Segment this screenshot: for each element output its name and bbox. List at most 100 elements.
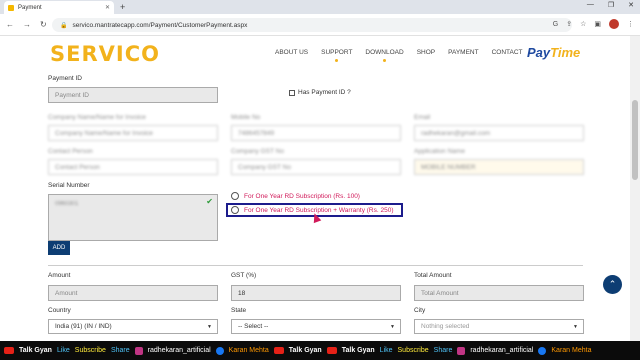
chevron-down-icon: ▼: [207, 323, 212, 330]
servico-logo[interactable]: SERVICO: [50, 42, 160, 66]
blurred-label: Contact Person: [48, 148, 93, 155]
share-icon[interactable]: ⇪: [566, 20, 572, 28]
country-value: India (91) (IN / IND): [55, 323, 112, 330]
check-icon: ✔: [206, 197, 213, 206]
serial-number-label: Serial Number: [48, 182, 90, 189]
blurred-label: Email: [414, 114, 431, 121]
url-text: servico.mantratecapp.com/Payment/Custome…: [72, 21, 248, 29]
window-controls: — ❐ ✕: [587, 1, 634, 9]
menu-contact[interactable]: CONTACT: [492, 49, 523, 56]
star-icon[interactable]: ☆: [580, 20, 586, 28]
paytime-pay: Pay: [527, 45, 551, 60]
page-scrollbar[interactable]: [630, 36, 640, 341]
payment-id-label: Payment ID: [48, 75, 82, 82]
has-payment-id-label: Has Payment ID ?: [298, 89, 351, 96]
total-amount-input[interactable]: Total Amount: [414, 285, 584, 301]
ticker-like: Like: [56, 347, 70, 354]
address-bar-row: ← → ↻ 🔒 servico.mantratecapp.com/Payment…: [0, 14, 640, 36]
city-value: Nothing selected: [421, 323, 470, 330]
email-input[interactable]: radhekaran@gmail.com: [414, 125, 584, 141]
country-select[interactable]: India (91) (IN / IND) ▼: [48, 319, 218, 334]
maximize-button[interactable]: ❐: [608, 1, 614, 9]
menu-support[interactable]: SUPPORT: [321, 49, 352, 62]
facebook-icon: [215, 346, 224, 355]
lock-icon: 🔒: [60, 22, 68, 29]
application-name-input[interactable]: MOBILE NUMBER: [414, 159, 584, 175]
serial-number-textarea[interactable]: 0960301 ✔: [48, 194, 218, 241]
payment-id-input[interactable]: Payment ID: [48, 87, 218, 103]
menu-payment[interactable]: PAYMENT: [448, 49, 478, 56]
gst-label: GST (%): [231, 272, 257, 279]
blurred-label: Mobile No: [231, 114, 261, 121]
paytime-logo[interactable]: PayTime: [527, 45, 580, 60]
instagram-icon: [457, 346, 466, 355]
chevron-down-icon: ▼: [390, 323, 395, 330]
add-button[interactable]: ADD: [48, 241, 70, 255]
promo-ticker: Talk Gyan Like Subscribe Share radhekara…: [0, 341, 640, 360]
tab-close-icon[interactable]: ✕: [105, 4, 110, 11]
ticker-instagram: radhekaran_artificial: [470, 347, 534, 354]
ticker-share: Share: [433, 347, 453, 354]
chevron-down-icon: ▼: [573, 323, 578, 330]
serial-value: 0960301: [55, 201, 79, 207]
extensions-icon[interactable]: ▣: [594, 20, 601, 28]
youtube-icon: [273, 347, 284, 354]
browser-tab[interactable]: Payment ✕: [4, 1, 114, 14]
close-window-button[interactable]: ✕: [628, 1, 634, 9]
contact-person-input[interactable]: Contact Person: [48, 159, 218, 175]
total-amount-label: Total Amount: [414, 272, 452, 279]
menu-download[interactable]: DOWNLOAD: [365, 49, 404, 62]
ticker-subscribe: Subscribe: [74, 347, 106, 354]
city-label: City: [414, 307, 426, 314]
ticker-share: Share: [110, 347, 130, 354]
menu-shop[interactable]: SHOP: [417, 49, 435, 56]
ticker-facebook: Karan Mehta: [228, 347, 269, 354]
has-payment-id-checkbox[interactable]: Has Payment ID ?: [289, 89, 351, 96]
site-header: SERVICO ABOUT US SUPPORT DOWNLOAD SHOP P…: [0, 36, 630, 72]
kebab-menu-icon[interactable]: ⋮: [627, 20, 634, 28]
new-tab-button[interactable]: +: [120, 2, 125, 12]
radio-option-rd-subscription[interactable]: For One Year RD Subscription (Rs. 100): [231, 192, 360, 200]
mobile-input[interactable]: 7486457849: [231, 125, 401, 141]
blurred-label: Application Name: [414, 148, 465, 155]
state-select[interactable]: -- Select -- ▼: [231, 319, 401, 334]
state-value: -- Select --: [238, 323, 269, 330]
ticker-facebook: Karan Mehta: [551, 347, 592, 354]
reload-icon[interactable]: ↻: [40, 20, 47, 29]
minimize-button[interactable]: —: [587, 1, 594, 9]
instagram-icon: [134, 346, 143, 355]
ticker-text: Talk Gyan: [288, 347, 322, 354]
forward-icon[interactable]: →: [23, 20, 31, 29]
company-name-input[interactable]: Company Name/Name for Invoice: [48, 125, 218, 141]
checkbox-box[interactable]: [289, 89, 295, 96]
profile-avatar[interactable]: [609, 19, 619, 29]
google-icon[interactable]: G: [553, 21, 558, 28]
blurred-label: Company GST No: [231, 148, 284, 155]
url-bar[interactable]: 🔒 servico.mantratecapp.com/Payment/Custo…: [52, 18, 572, 32]
ticker-instagram: radhekaran_artificial: [147, 347, 211, 354]
browser-tabstrip: Payment ✕ + — ❐ ✕: [0, 0, 640, 14]
gst-input[interactable]: 18: [231, 285, 401, 301]
ticker-text: Talk Gyan: [341, 347, 375, 354]
amount-input[interactable]: Amount: [48, 285, 218, 301]
facebook-icon: [538, 346, 547, 355]
city-select[interactable]: Nothing selected ▼: [414, 319, 584, 334]
paytime-time: Time: [550, 45, 581, 60]
blurred-label: Company Name/Name for Invoice: [48, 114, 146, 121]
youtube-icon: [326, 347, 337, 354]
tab-title: Payment: [18, 4, 42, 11]
radio-circle[interactable]: [231, 192, 239, 200]
menu-about-us[interactable]: ABOUT US: [275, 49, 308, 56]
payment-form: Payment ID Payment ID Has Payment ID ? C…: [0, 72, 630, 342]
state-label: State: [231, 307, 247, 314]
scrollbar-thumb[interactable]: [632, 100, 638, 180]
ticker-like: Like: [379, 347, 393, 354]
scroll-top-button[interactable]: ⌃: [603, 275, 622, 294]
favicon-icon: [8, 4, 14, 11]
radio-label: For One Year RD Subscription (Rs. 100): [244, 192, 360, 200]
ticker-text: Talk Gyan: [19, 347, 52, 354]
country-label: Country: [48, 307, 71, 314]
gst-no-input[interactable]: Company GST No: [231, 159, 401, 175]
back-icon[interactable]: ←: [6, 20, 14, 29]
ticker-subscribe: Subscribe: [397, 347, 429, 354]
